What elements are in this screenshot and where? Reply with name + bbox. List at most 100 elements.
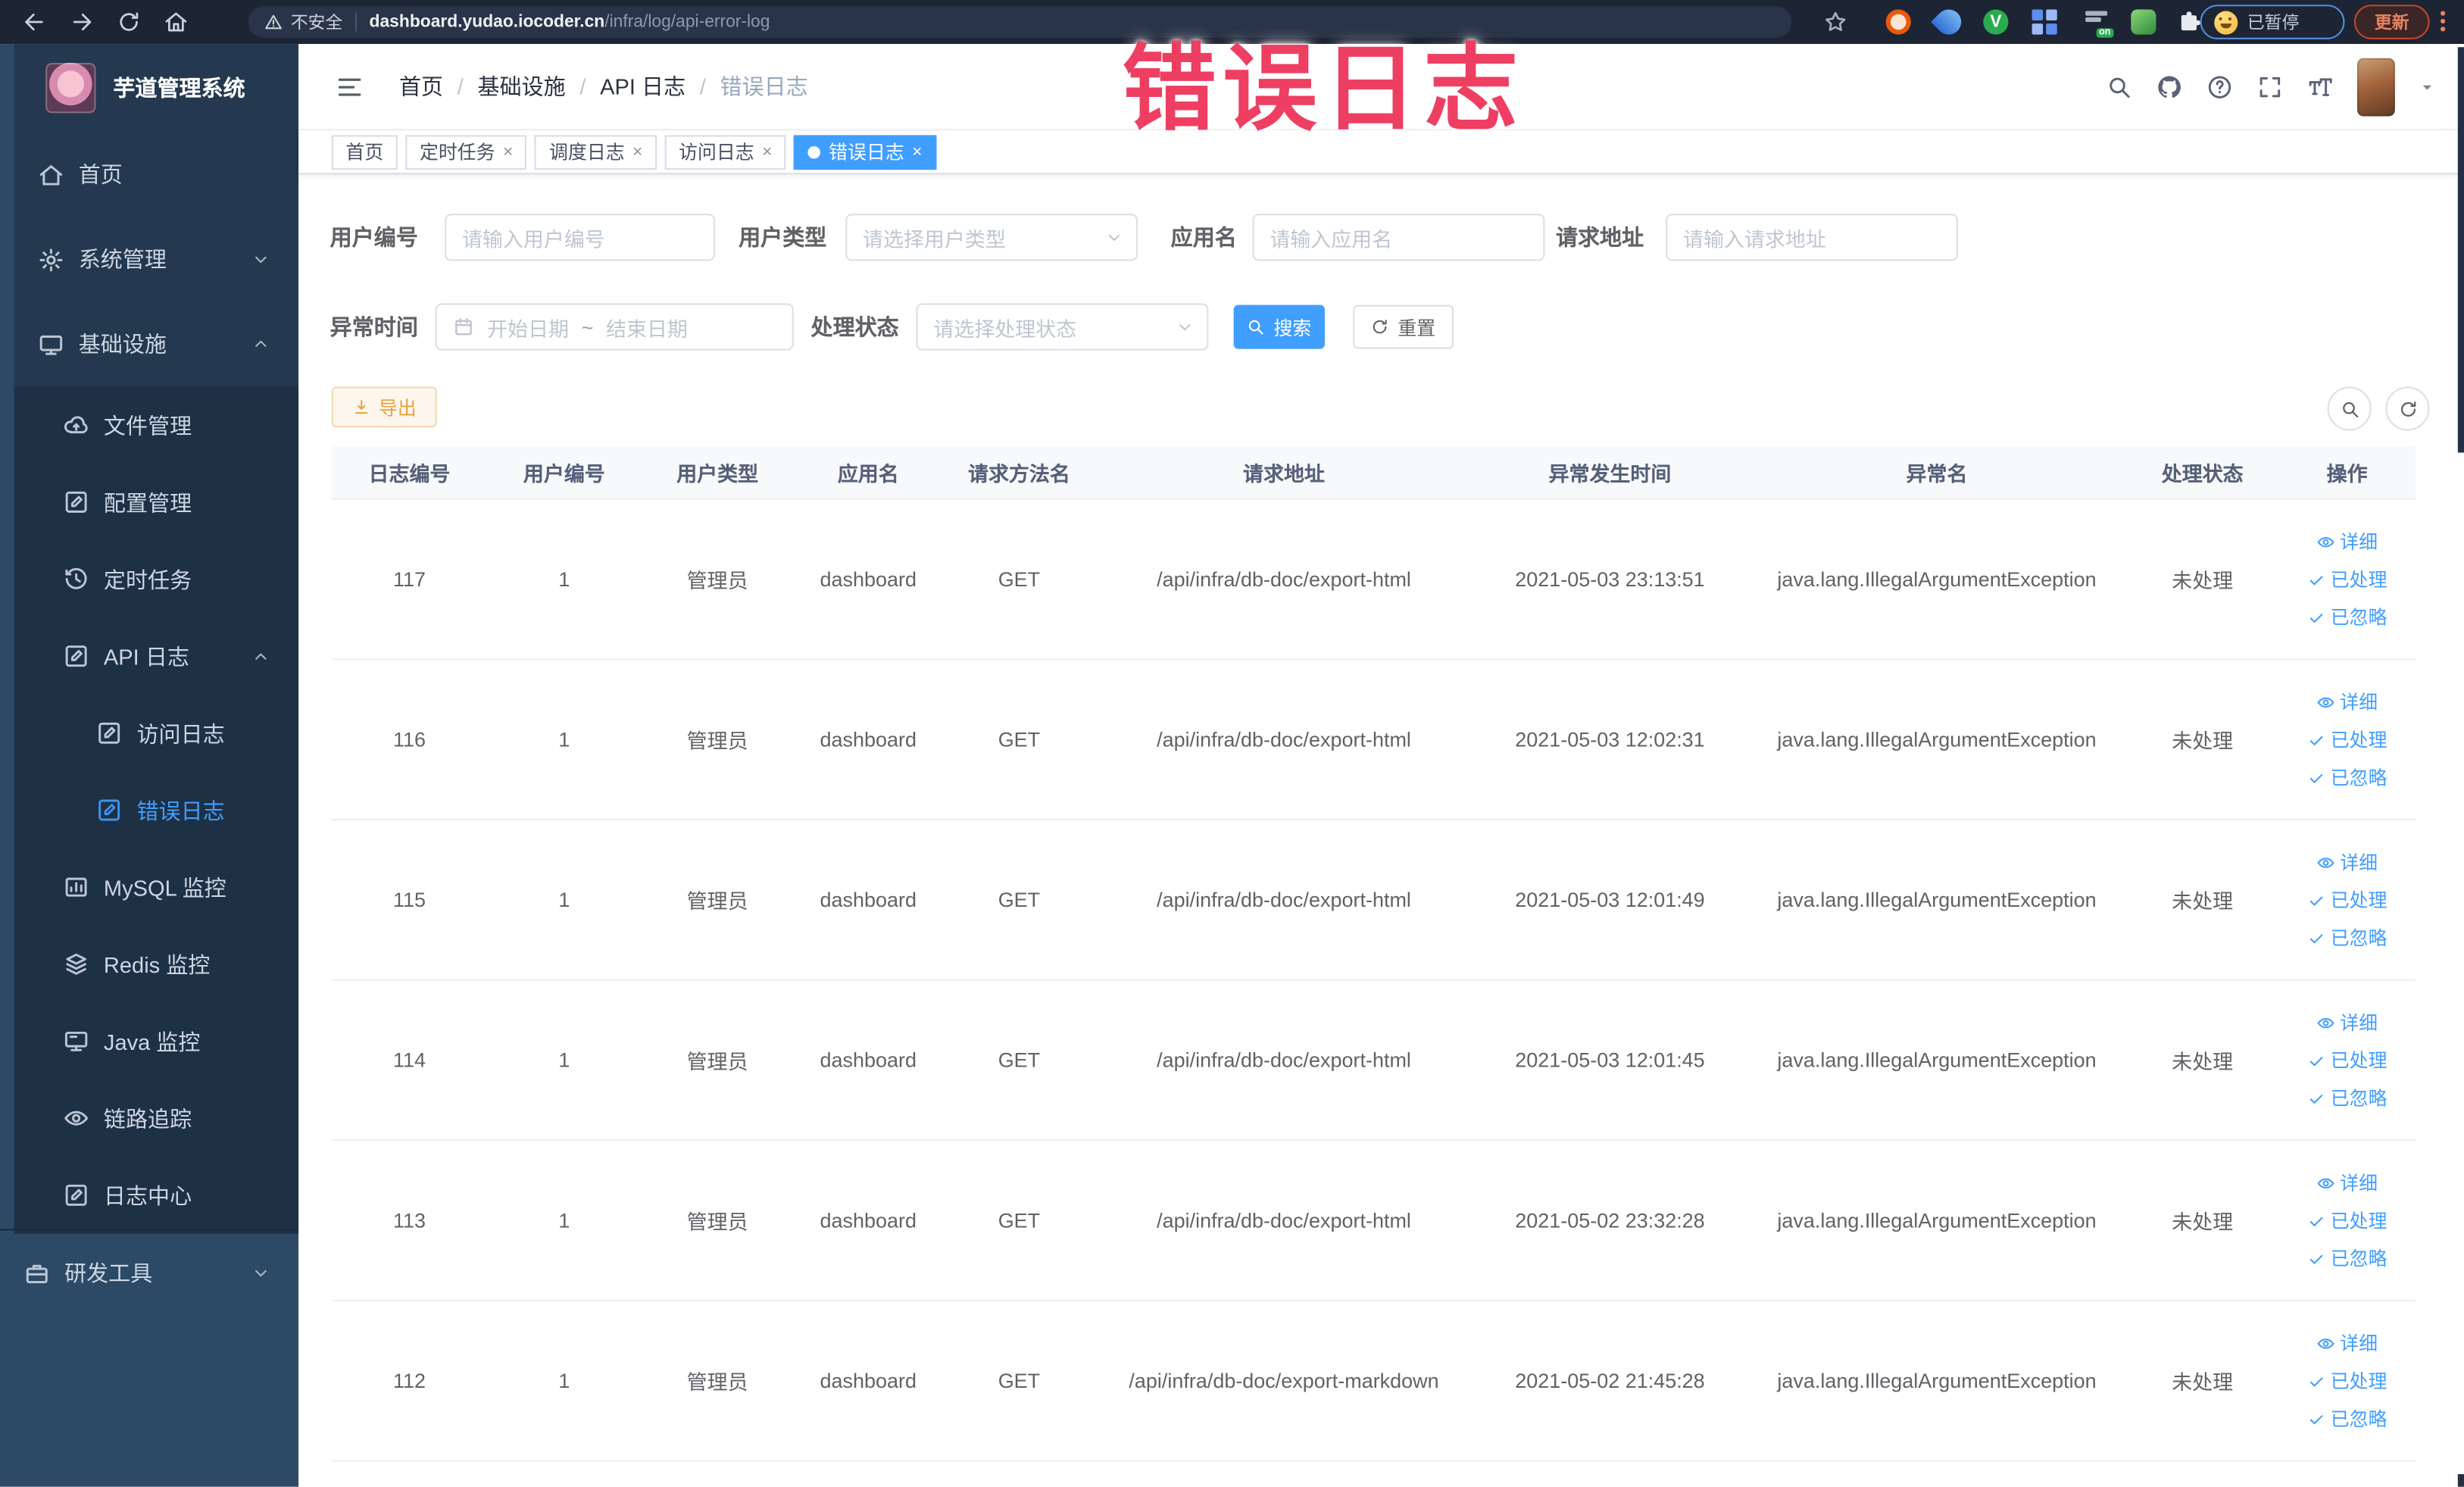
app-name-label: 应用名 xyxy=(1170,224,1237,250)
detail-link[interactable]: 详细 xyxy=(2316,848,2378,875)
check-icon xyxy=(2309,933,2323,943)
sidebar-item-infra[interactable]: 基础设施 xyxy=(14,301,299,386)
search-label: 搜索 xyxy=(1273,317,1312,339)
sidebar-item-java[interactable]: Java 监控 xyxy=(14,1003,299,1080)
tag-job-log[interactable]: 调度日志 × xyxy=(535,134,657,170)
user-id-input[interactable]: 请输入用户编号 xyxy=(445,214,715,261)
sidebar-item-access-log[interactable]: 访问日志 xyxy=(14,695,299,772)
extension-on-badge-icon[interactable]: on xyxy=(2085,9,2114,38)
tab-close-icon[interactable]: × xyxy=(632,142,642,161)
home-browser-icon[interactable] xyxy=(164,9,189,34)
sidebar-item-config[interactable]: 配置管理 xyxy=(14,464,299,541)
sidebar-item-devtools[interactable]: 研发工具 xyxy=(0,1230,298,1315)
breadcrumb-separator: / xyxy=(699,73,706,99)
extension-pin-icon[interactable] xyxy=(1931,4,1967,40)
tab-close-icon[interactable]: × xyxy=(762,142,772,161)
extension-orange-icon[interactable] xyxy=(1885,9,1911,35)
detail-link[interactable]: 详细 xyxy=(2316,689,2378,715)
help-icon[interactable] xyxy=(2206,73,2233,99)
bookmark-star-icon[interactable] xyxy=(1823,9,1848,34)
page-scrollbar[interactable] xyxy=(2457,47,2464,453)
detail-link[interactable]: 详细 xyxy=(2316,1009,2378,1036)
avatar-caret-icon[interactable] xyxy=(2419,78,2436,95)
browser-update-button[interactable]: 更新 xyxy=(2353,5,2430,39)
extension-grid-icon[interactable] xyxy=(2031,9,2057,35)
search-button[interactable]: 搜索 xyxy=(1233,305,1325,349)
sidebar-item-error-log[interactable]: 错误日志 xyxy=(14,772,299,849)
back-icon[interactable] xyxy=(22,9,47,34)
app-logo[interactable]: 芋道管理系统 xyxy=(14,44,299,132)
processed-link[interactable]: 已处理 xyxy=(2307,1367,2387,1394)
sidebar-item-log-center[interactable]: 日志中心 xyxy=(14,1157,299,1234)
breadcrumb-current: 错误日志 xyxy=(720,73,808,99)
ignored-link[interactable]: 已忽略 xyxy=(2307,604,2387,630)
sidebar-item-job[interactable]: 定时任务 xyxy=(14,541,299,618)
process-status-label: 处理状态 xyxy=(810,314,899,340)
forward-icon[interactable] xyxy=(69,9,94,34)
breadcrumb-infra[interactable]: 基础设施 xyxy=(477,70,565,102)
fullscreen-icon[interactable] xyxy=(2256,73,2283,99)
detail-link[interactable]: 详细 xyxy=(2316,1170,2378,1196)
processed-link[interactable]: 已处理 xyxy=(2307,886,2387,913)
user-type-select[interactable]: 请选择用户类型 xyxy=(845,214,1138,261)
detail-link[interactable]: 详细 xyxy=(2316,528,2378,555)
processed-link[interactable]: 已处理 xyxy=(2307,1207,2387,1233)
hamburger-icon[interactable] xyxy=(335,71,364,101)
ignored-link[interactable]: 已忽略 xyxy=(2307,1245,2387,1271)
cell-status: 未处理 xyxy=(2172,729,2234,753)
table-row: 117 1 管理员 dashboard GET /api/infra/db-do… xyxy=(331,500,2416,661)
sidebar-item-redis[interactable]: Redis 监控 xyxy=(14,926,299,1003)
process-status-select[interactable]: 请选择处理状态 xyxy=(916,303,1209,351)
export-button[interactable]: 导出 xyxy=(331,386,437,428)
log-icon xyxy=(98,799,120,821)
search-icon[interactable] xyxy=(2106,73,2132,99)
github-icon[interactable] xyxy=(2156,73,2182,99)
eye-icon xyxy=(2317,857,2334,867)
reload-icon[interactable] xyxy=(117,9,142,34)
tag-job[interactable]: 定时任务 × xyxy=(405,134,527,170)
tab-close-icon[interactable]: × xyxy=(912,142,922,161)
ignored-link[interactable]: 已忽略 xyxy=(2307,1405,2387,1432)
cell-user-type: 管理员 xyxy=(686,569,748,593)
tag-access-log[interactable]: 访问日志 × xyxy=(664,134,787,170)
processed-link[interactable]: 已处理 xyxy=(2307,1047,2387,1073)
browser-menu-icon[interactable] xyxy=(2441,11,2447,33)
eye-icon xyxy=(2317,1017,2334,1028)
refresh-table-button[interactable] xyxy=(2385,386,2430,431)
user-avatar[interactable] xyxy=(2357,57,2395,116)
reset-button[interactable]: 重置 xyxy=(1353,305,1454,349)
sidebar-item-mysql[interactable]: MySQL 监控 xyxy=(14,848,299,926)
breadcrumb-home[interactable]: 首页 xyxy=(399,70,443,102)
processed-link[interactable]: 已处理 xyxy=(2307,726,2387,753)
ignored-link[interactable]: 已忽略 xyxy=(2307,924,2387,951)
sidebar-item-home[interactable]: 首页 xyxy=(14,132,299,217)
app-title: 芋道管理系统 xyxy=(113,75,245,101)
sidebar-item-file[interactable]: 文件管理 xyxy=(14,386,299,464)
processed-link[interactable]: 已处理 xyxy=(2307,566,2387,592)
toggle-search-button[interactable] xyxy=(2327,386,2372,431)
exception-time-range[interactable]: 开始日期 ~ 结束日期 xyxy=(435,303,794,351)
extensions-puzzle-icon[interactable] xyxy=(2176,9,2201,34)
address-bar[interactable]: 不安全 dashboard.yudao.iocoder.cn/infra/log… xyxy=(248,6,1792,38)
ignored-link[interactable]: 已忽略 xyxy=(2307,1085,2387,1111)
placeholder: 请输入应用名 xyxy=(1269,226,1393,251)
tab-close-icon[interactable]: × xyxy=(503,142,513,161)
cell-log-id: 117 xyxy=(392,567,426,592)
tag-label: 访问日志 xyxy=(679,141,754,164)
sidebar-item-system[interactable]: 系统管理 xyxy=(14,217,299,301)
tag-home[interactable]: 首页 xyxy=(331,134,398,170)
sidebar-item-label: 错误日志 xyxy=(136,797,225,823)
breadcrumb-api-log[interactable]: API 日志 xyxy=(600,70,685,102)
sidebar-item-api-log[interactable]: API 日志 xyxy=(14,617,299,695)
extension-green-icon[interactable]: V xyxy=(1983,9,2009,35)
browser-profile-chip[interactable]: 已暂停 xyxy=(2200,5,2345,39)
font-size-icon[interactable] xyxy=(2307,73,2334,99)
detail-link[interactable]: 详细 xyxy=(2316,1329,2378,1356)
app-name-input[interactable]: 请输入应用名 xyxy=(1252,214,1545,261)
request-url-input[interactable]: 请输入请求地址 xyxy=(1666,214,1959,261)
ignored-link[interactable]: 已忽略 xyxy=(2307,764,2387,790)
sidebar-item-trace[interactable]: 链路追踪 xyxy=(14,1079,299,1157)
cell-user-id: 1 xyxy=(558,888,570,912)
tag-error-log[interactable]: 错误日志 × xyxy=(794,134,937,170)
extension-leaf-icon[interactable] xyxy=(2131,9,2156,35)
